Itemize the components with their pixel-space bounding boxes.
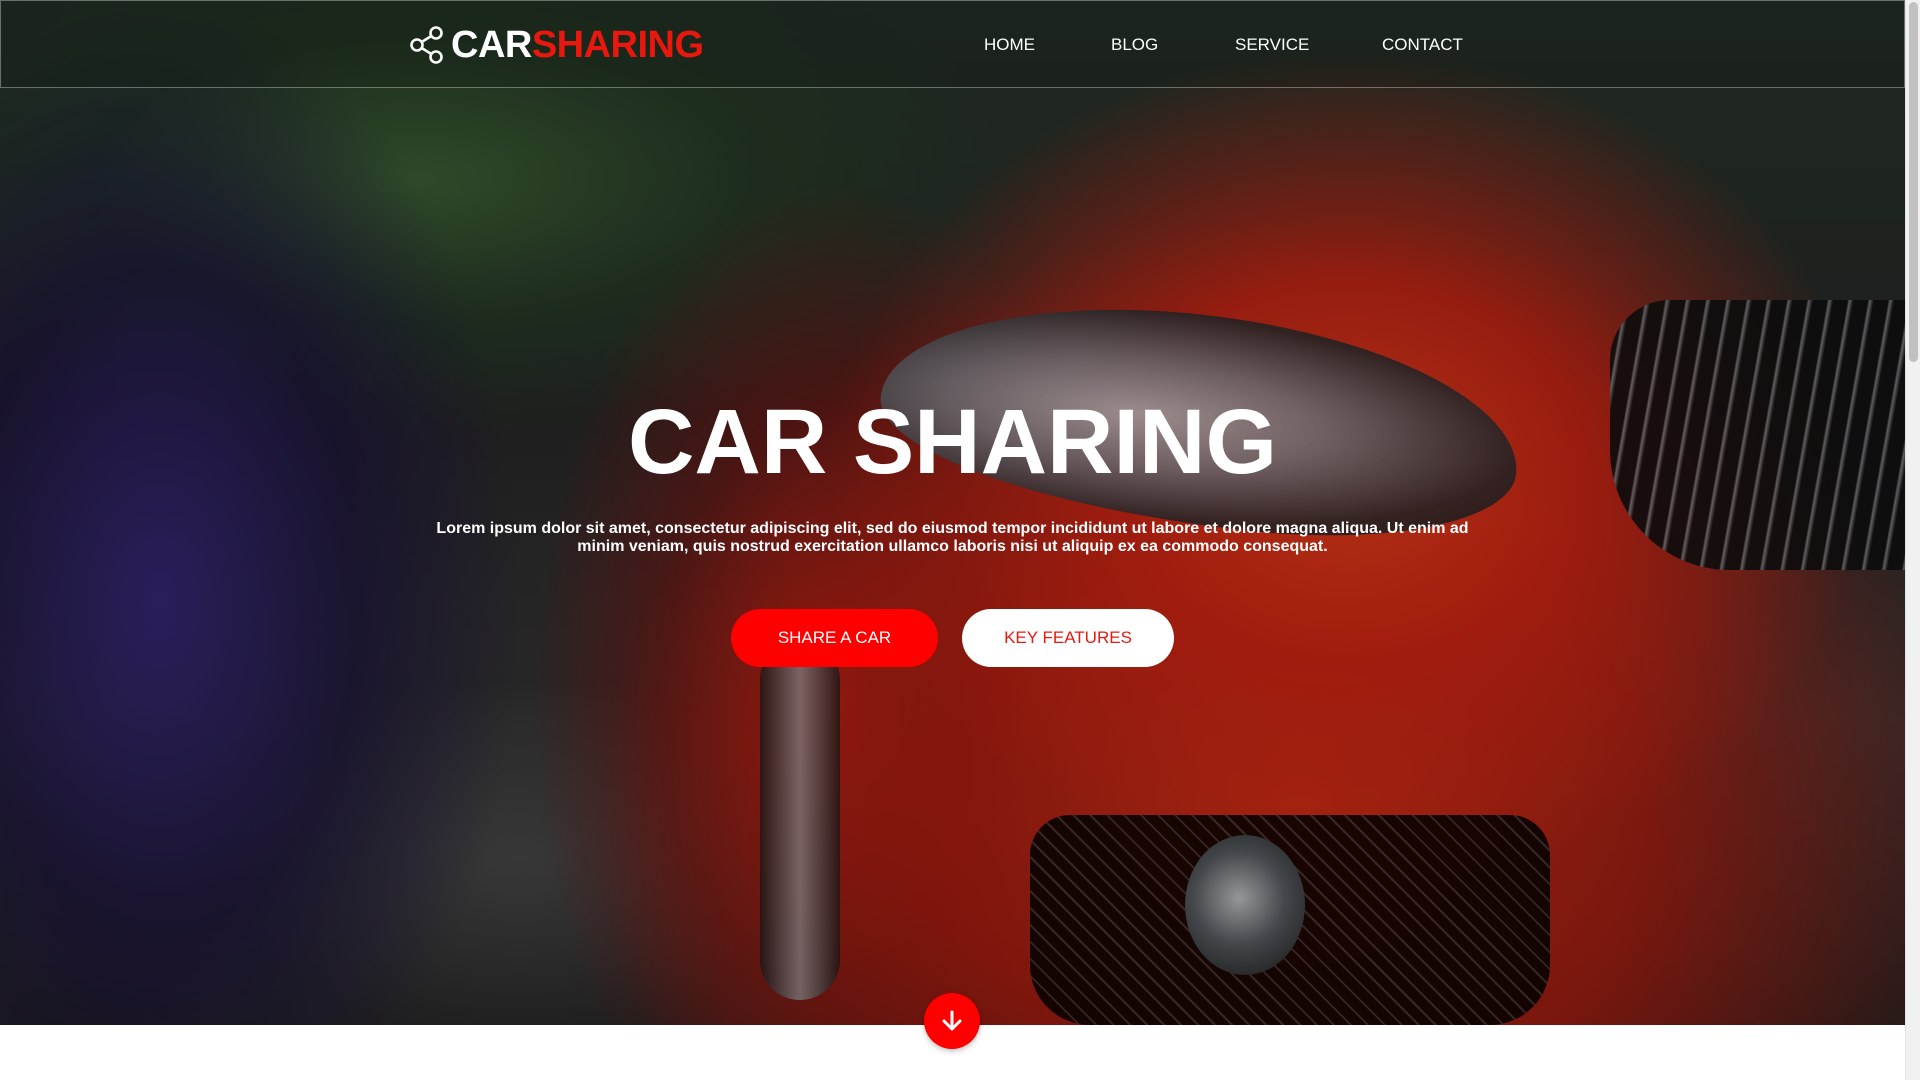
- site-logo[interactable]: CARSHARING: [409, 23, 704, 67]
- page-viewport: CARSHARING HOME BLOG SERVICE CONTACT CAR…: [0, 0, 1905, 1080]
- hero-overlay: [0, 0, 1905, 1025]
- hero-subtitle: Lorem ipsum dolor sit amet, consectetur …: [436, 520, 1469, 555]
- key-features-button[interactable]: KEY FEATURES: [962, 609, 1174, 667]
- hero-title: CAR SHARING: [627, 391, 1278, 493]
- logo-text-sharing: SHARING: [531, 24, 704, 66]
- site-header: CARSHARING HOME BLOG SERVICE CONTACT: [0, 0, 1905, 88]
- scrollbar-thumb[interactable]: [1909, 2, 1918, 362]
- nav-item-service[interactable]: SERVICE: [1235, 33, 1309, 57]
- logo-text: CARSHARING: [451, 23, 704, 67]
- nav-item-blog[interactable]: BLOG: [1111, 33, 1158, 57]
- nav-item-contact[interactable]: CONTACT: [1382, 33, 1463, 57]
- share-a-car-button[interactable]: SHARE A CAR: [731, 609, 938, 667]
- page-scrollbar[interactable]: [1905, 0, 1920, 1080]
- share-icon: [409, 25, 445, 65]
- arrow-down-icon: [939, 1008, 965, 1034]
- hero-background-image: [0, 0, 1905, 1025]
- nav-item-home[interactable]: HOME: [984, 33, 1035, 57]
- logo-text-car: CAR: [451, 24, 532, 66]
- scroll-down-button[interactable]: [924, 993, 980, 1049]
